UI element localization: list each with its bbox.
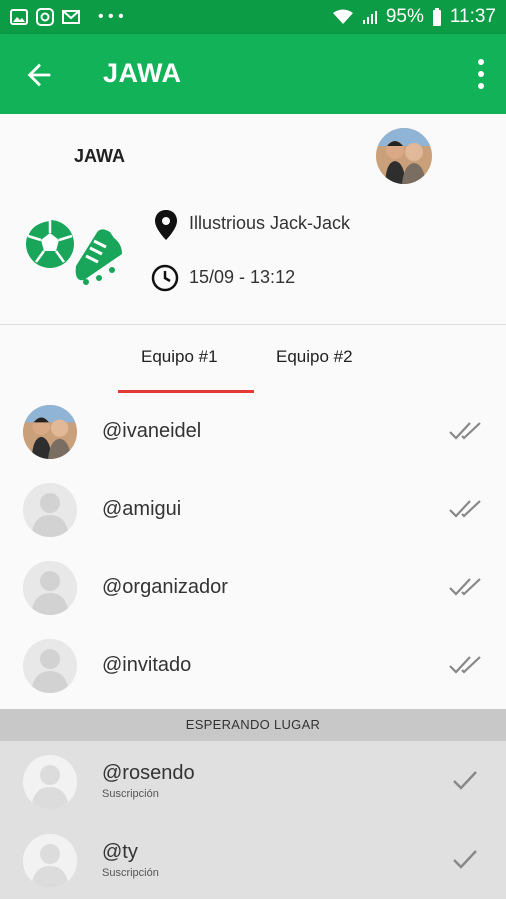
avatar [23,483,77,537]
tab-equipo-1[interactable]: Equipo #1 [141,347,218,367]
status-bar: • • • 95% 11:37 [0,0,506,34]
double-check-icon [449,578,481,596]
image-icon [10,9,28,25]
double-check-icon [449,422,481,440]
player-subtitle: Suscripción [102,788,159,800]
clock: 11:37 [449,6,496,27]
app-bar: JAWA [0,34,506,114]
list-item[interactable]: @amigui [0,471,506,549]
battery-icon [432,8,441,26]
waiting-section-header: ESPERANDO LUGAR [0,709,506,741]
soccer-icon [26,219,122,285]
signal-icon [362,11,377,24]
avatar [23,755,77,809]
more-dots-icon: • • • [98,8,124,25]
event-datetime: 15/09 - 13:12 [189,267,296,287]
page-title: JAWA [103,58,182,88]
list-item[interactable]: @ty Suscripción [0,820,506,899]
avatar [23,561,77,615]
instagram-icon [36,8,54,26]
check-icon [453,850,477,869]
player-handle: @invitado [102,654,192,676]
waiting-list: @rosendo Suscripción @ty Suscripción [0,741,506,899]
event-location: Illustrious Jack-Jack [189,213,351,233]
check-icon [453,771,477,790]
gmail-icon [62,10,80,24]
player-subtitle: Suscripción [102,867,159,879]
player-handle: @organizador [102,576,228,598]
avatar [23,639,77,693]
player-handle: @amigui [102,498,182,520]
player-handle: @ty [102,841,138,863]
clock-icon [151,264,179,292]
player-handle: @ivaneidel [102,420,202,442]
location-pin-icon [155,210,177,240]
list-item[interactable]: @ivaneidel [0,393,506,471]
tab-equipo-2[interactable]: Equipo #2 [276,347,353,367]
avatar [23,405,77,459]
overflow-menu-icon[interactable] [474,56,488,92]
player-handle: @rosendo [102,762,195,784]
team-tabs: Equipo #1 Equipo #2 [0,325,506,393]
back-arrow-icon[interactable] [22,58,56,92]
event-name: JAWA [74,146,126,166]
battery-percent: 95% [385,6,424,27]
player-list: @ivaneidel @amigui @organizador @invitad… [0,393,506,705]
wifi-icon [332,9,353,24]
double-check-icon [449,656,481,674]
event-header: JAWA Illustrious Jack-Jack 15/09 - 13:12 [0,114,506,325]
organizer-avatar[interactable] [376,128,432,184]
list-item[interactable]: @rosendo Suscripción [0,741,506,820]
list-item[interactable]: @organizador [0,549,506,627]
avatar [23,834,77,888]
double-check-icon [449,500,481,518]
list-item[interactable]: @invitado [0,627,506,705]
